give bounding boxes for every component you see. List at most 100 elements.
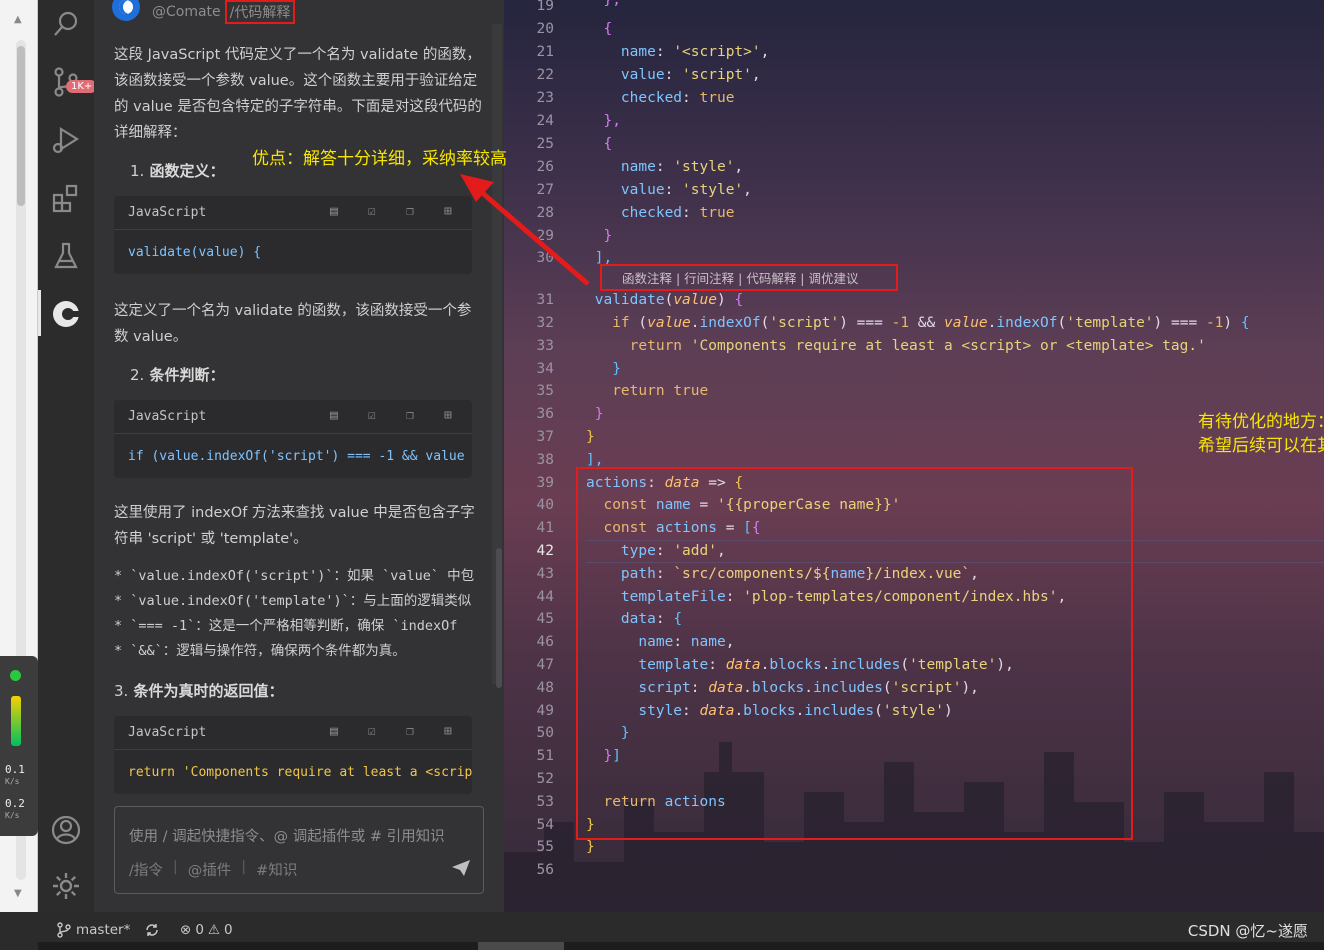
- line-number: 56: [536, 862, 554, 878]
- line-number: 23: [536, 90, 554, 106]
- code-card-lang: JavaScript: [128, 205, 207, 220]
- bullet-item: * `value.indexOf('template')`：与上面的逻辑类似: [114, 593, 472, 609]
- line-number: 46: [536, 634, 554, 650]
- git-branch[interactable]: master*: [56, 922, 130, 938]
- horizontal-scrollbar-thumb[interactable]: [478, 942, 564, 950]
- comate-icon[interactable]: [50, 298, 82, 330]
- copy-code-icon[interactable]: ❐: [406, 408, 422, 424]
- problems-indicator[interactable]: ⊗ 0 ⚠ 0: [180, 922, 233, 938]
- code-card-1: JavaScript ▤ ☑ ❐ ⊞ validate(value) {: [114, 196, 472, 274]
- bullet-list: * `value.indexOf('script')`：如果 `value` 中…: [114, 564, 494, 664]
- line-number: 43: [536, 566, 554, 582]
- view-code-icon[interactable]: ▤: [330, 204, 346, 220]
- code-card-2: JavaScript ▤ ☑ ❐ ⊞ if (value.indexOf('sc…: [114, 400, 472, 478]
- accept-code-icon[interactable]: ☑: [368, 408, 384, 424]
- code-line: },: [603, 113, 621, 129]
- line-number: 20: [536, 21, 554, 37]
- line-number-current: 42: [536, 543, 554, 559]
- code-card-3: JavaScript ▤ ☑ ❐ ⊞ return 'Components re…: [114, 716, 472, 794]
- code-editor[interactable]: 19 20 21 22 23 24 25 26 27 28 29 30 31 3…: [504, 0, 1324, 912]
- code-card-body: if (value.indexOf('script') === -1 && va…: [128, 448, 465, 464]
- code-line: value: 'script',: [620, 67, 761, 83]
- testing-flask-icon[interactable]: [50, 240, 82, 272]
- scroll-thumb[interactable]: [17, 46, 25, 206]
- warning-count: 0: [224, 922, 233, 938]
- command-chip[interactable]: /指令: [129, 859, 163, 880]
- accept-code-icon[interactable]: ☑: [368, 204, 384, 220]
- sync-icon[interactable]: [144, 922, 160, 938]
- chat-username: @Comate: [152, 4, 221, 20]
- source-control-icon[interactable]: 1K+: [50, 66, 98, 98]
- line-number: 34: [536, 361, 554, 377]
- code-line: {: [603, 21, 613, 37]
- bullet-item: * `&&`：逻辑与操作符，确保两个条件都为真。: [114, 643, 406, 659]
- line-number: 35: [536, 383, 554, 399]
- comate-avatar: [112, 0, 140, 21]
- line-number: 38: [536, 452, 554, 468]
- extensions-icon[interactable]: [50, 182, 82, 214]
- copy-code-icon[interactable]: ❐: [406, 204, 422, 220]
- settings-gear-icon[interactable]: [50, 870, 82, 902]
- paragraph-3: 这里使用了 indexOf 方法来查找 value 中是否包含子字符串 'scr…: [114, 505, 475, 547]
- chat-message-header: @Comate /代码解释: [112, 0, 296, 24]
- source-control-badge: 1K+: [66, 80, 98, 93]
- code-line: }: [586, 839, 595, 855]
- code-line: {: [603, 136, 613, 152]
- line-number: 53: [536, 794, 554, 810]
- error-count: 0: [195, 922, 204, 938]
- error-icon: ⊗: [180, 922, 192, 938]
- comate-codelens[interactable]: 函数注释 | 行间注释 | 代码解释 | 调优建议: [600, 264, 898, 291]
- search-icon[interactable]: [50, 8, 82, 40]
- code-card-lang: JavaScript: [128, 725, 207, 740]
- line-number: 50: [536, 725, 554, 741]
- plugin-chip[interactable]: @插件: [188, 859, 232, 880]
- annotation-improvement: 有待优化的地方：目前编程提示，主要作用于方法上， 希望后续可以在其它形式的编码上…: [1198, 412, 1324, 456]
- code-line: if (value.indexOf('script') === -1 && va…: [612, 315, 1250, 331]
- step-1-title: 1. 函数定义：: [130, 162, 225, 180]
- bullet-item: * `value.indexOf('script')`：如果 `value` 中…: [114, 568, 475, 584]
- code-line: }: [612, 361, 621, 377]
- activity-bar: 1K+: [38, 0, 98, 912]
- scroll-up-arrow-icon[interactable]: ▲: [14, 14, 22, 25]
- line-number: 41: [536, 520, 554, 536]
- account-icon[interactable]: [50, 814, 82, 846]
- active-indicator: [38, 290, 41, 336]
- chip-separator: |: [172, 859, 178, 875]
- line-number: 25: [536, 136, 554, 152]
- code-line: }: [586, 429, 595, 445]
- intro-paragraph: 这段 JavaScript 代码定义了一个名为 validate 的函数，该函数…: [114, 47, 482, 141]
- code-line: value: 'style',: [620, 182, 752, 198]
- code-line: name: '<script>',: [620, 44, 770, 60]
- comate-chat-panel: @Comate /代码解释 这段 JavaScript 代码定义了一个名为 va…: [94, 0, 504, 912]
- line-number: 47: [536, 657, 554, 673]
- line-number: 22: [536, 67, 554, 83]
- accept-code-icon[interactable]: ☑: [368, 724, 384, 740]
- code-line: ],: [586, 452, 604, 468]
- chat-command-tag: /代码解释: [224, 0, 296, 24]
- scroll-down-arrow-icon[interactable]: ▼: [14, 888, 22, 899]
- download-speed: 0.2 K/s: [5, 797, 25, 821]
- csdn-watermark: CSDN @忆~遂愿: [1187, 922, 1308, 940]
- view-code-icon[interactable]: ▤: [330, 408, 346, 424]
- git-branch-icon: [57, 922, 71, 938]
- chat-input-placeholder[interactable]: 使用 / 调起快捷指令、@ 调起插件或 # 引用知识: [129, 825, 445, 846]
- view-code-icon[interactable]: ▤: [330, 724, 346, 740]
- code-line: return 'Components require at least a <s…: [629, 338, 1206, 354]
- horizontal-scrollbar[interactable]: [38, 942, 1324, 950]
- line-number: 44: [536, 589, 554, 605]
- knowledge-chip[interactable]: #知识: [256, 859, 297, 880]
- highlight-box-actions: [576, 467, 1133, 840]
- new-file-icon[interactable]: ⊞: [444, 724, 460, 740]
- send-icon[interactable]: [451, 859, 471, 877]
- line-number: 40: [536, 497, 554, 513]
- chat-input-box[interactable]: 使用 / 调起快捷指令、@ 调起插件或 # 引用知识 /指令 | @插件 | #…: [114, 806, 484, 894]
- chip-separator: |: [241, 859, 247, 875]
- new-file-icon[interactable]: ⊞: [444, 408, 460, 424]
- code-card-lang: JavaScript: [128, 409, 207, 424]
- line-number: 54: [536, 817, 554, 833]
- code-card-body: validate(value) {: [128, 244, 262, 260]
- copy-code-icon[interactable]: ❐: [406, 724, 422, 740]
- chat-scrollbar-thumb[interactable]: [496, 548, 502, 688]
- line-number: 49: [536, 703, 554, 719]
- run-debug-icon[interactable]: [50, 124, 82, 156]
